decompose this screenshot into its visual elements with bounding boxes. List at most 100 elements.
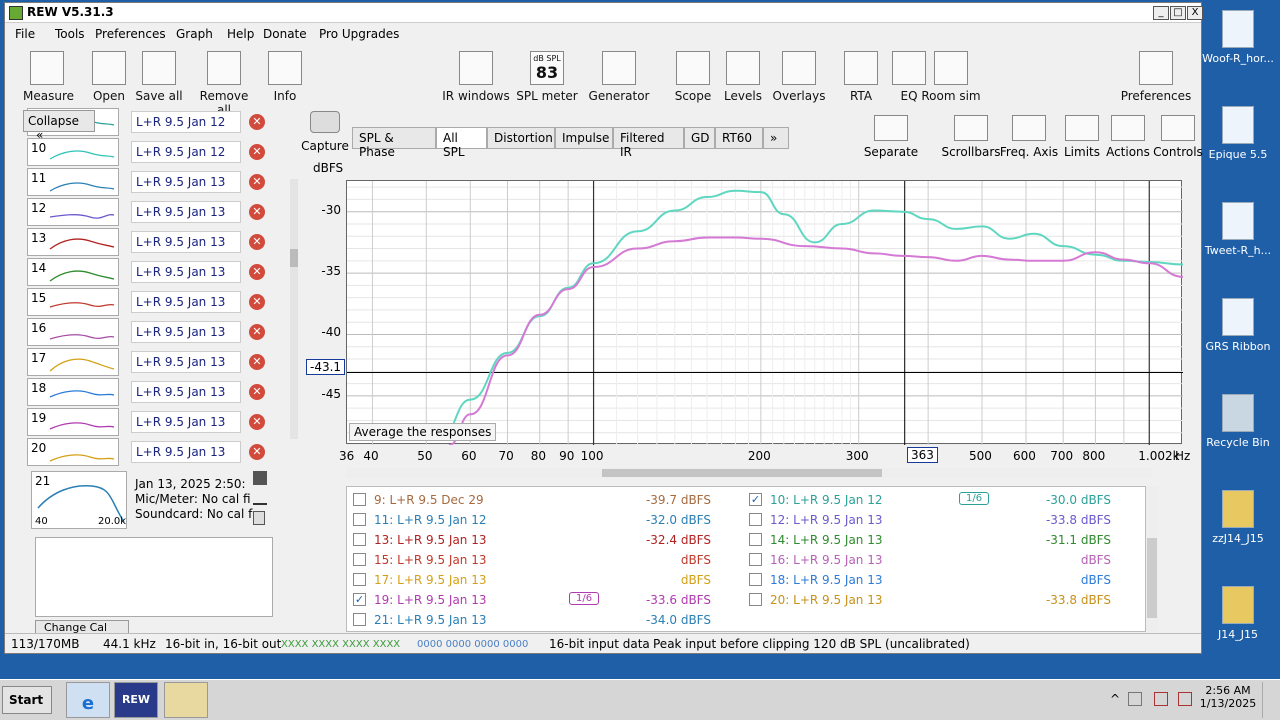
measurement-name-field[interactable]: L+R 9.5 Jan 13 — [131, 411, 241, 433]
tab-gd[interactable]: GD — [684, 127, 715, 149]
legend-checkbox[interactable] — [353, 513, 366, 526]
legend-scrollbar-thumb[interactable] — [1147, 538, 1157, 618]
legend-checkbox[interactable] — [749, 593, 762, 606]
ie-taskbar-button[interactable]: e — [66, 682, 110, 718]
measurement-name-field[interactable]: L+R 9.5 Jan 13 — [131, 291, 241, 313]
measurement-name-field[interactable]: L+R 9.5 Jan 13 — [131, 321, 241, 343]
smoothing-badge[interactable]: 1/6 — [959, 492, 990, 505]
controls-button[interactable]: Controls — [1153, 115, 1203, 159]
measurement-thumbnail[interactable]: 19 — [27, 408, 119, 436]
legend-checkbox[interactable]: ✓ — [353, 593, 366, 606]
measurement-name-field[interactable]: L+R 9.5 Jan 13 — [131, 381, 241, 403]
legend-checkbox[interactable] — [353, 553, 366, 566]
menu-help[interactable]: Help — [227, 27, 254, 41]
measurement-name-field[interactable]: L+R 9.5 Jan 13 — [131, 201, 241, 223]
legend-checkbox[interactable] — [353, 613, 366, 626]
average-responses-button[interactable]: Average the responses — [349, 423, 497, 441]
start-button[interactable]: Start — [2, 686, 52, 714]
legend-item[interactable]: 11: L+R 9.5 Jan 12 -32.0 dBFS — [353, 511, 743, 529]
measurement-thumbnail[interactable]: 17 — [27, 348, 119, 376]
legend-item[interactable]: ✓ 10: L+R 9.5 Jan 12 1/6 -30.0 dBFS — [749, 491, 1139, 509]
measurement-thumbnail[interactable]: 11 — [27, 168, 119, 196]
measurement-thumbnail[interactable]: 16 — [27, 318, 119, 346]
tab-filtered-ir[interactable]: Filtered IR — [613, 127, 684, 159]
measurement-name-field[interactable]: L+R 9.5 Jan 12 — [131, 111, 241, 133]
maximize-button[interactable]: □ — [1170, 6, 1186, 20]
legend-checkbox[interactable] — [749, 573, 762, 586]
legend-scrollbar[interactable] — [1146, 486, 1158, 632]
desktop-icon[interactable]: J14_J15 — [1200, 586, 1276, 641]
legend-checkbox[interactable] — [353, 533, 366, 546]
legend-item[interactable]: 20: L+R 9.5 Jan 13 -33.8 dBFS — [749, 591, 1139, 609]
remove-measurement-icon[interactable]: ✕ — [249, 234, 265, 250]
rew-taskbar-button[interactable]: REW — [114, 682, 158, 718]
measurement-row[interactable]: 17 L+R 9.5 Jan 13 ✕ — [23, 348, 275, 376]
legend-item[interactable]: 15: L+R 9.5 Jan 13 dBFS — [353, 551, 743, 569]
freq-axis-button[interactable]: Freq. Axis — [999, 115, 1059, 159]
scrollbars-button[interactable]: Scrollbars — [941, 115, 1001, 159]
panel-scrollbar[interactable] — [290, 179, 298, 439]
measurement-row[interactable]: 14 L+R 9.5 Jan 13 ✕ — [23, 258, 275, 286]
generator-button[interactable]: Generator — [585, 51, 653, 103]
tab-distortion[interactable]: Distortion — [487, 127, 555, 149]
legend-item[interactable]: 12: L+R 9.5 Jan 13 -33.8 dBFS — [749, 511, 1139, 529]
measurement-row[interactable]: 11 L+R 9.5 Jan 13 ✕ — [23, 168, 275, 196]
measurement-thumbnail[interactable]: 12 — [27, 198, 119, 226]
limits-button[interactable]: Limits — [1061, 115, 1103, 159]
legend-checkbox[interactable] — [749, 513, 762, 526]
remove-measurement-icon[interactable]: ✕ — [249, 144, 265, 160]
separate-button[interactable]: Separate — [861, 115, 921, 159]
measurement-thumbnail[interactable]: 15 — [27, 288, 119, 316]
remove-measurement-icon[interactable]: ✕ — [249, 444, 265, 460]
clock[interactable]: 2:56 AM 1/13/2025 — [1196, 684, 1260, 710]
tab-spl-phase[interactable]: SPL & Phase — [352, 127, 436, 159]
remove-measurement-icon[interactable]: ✕ — [249, 384, 265, 400]
remove-measurement-icon[interactable]: ✕ — [249, 294, 265, 310]
legend-checkbox[interactable] — [749, 533, 762, 546]
speaker-icon[interactable] — [1128, 692, 1142, 706]
measurement-name-field[interactable]: L+R 9.5 Jan 13 — [131, 171, 241, 193]
measurement-row[interactable]: 13 L+R 9.5 Jan 13 ✕ — [23, 228, 275, 256]
menu-graph[interactable]: Graph — [176, 27, 213, 41]
legend-checkbox[interactable] — [353, 493, 366, 506]
menu-pro-upgrades[interactable]: Pro Upgrades — [319, 27, 399, 41]
remove-measurement-icon[interactable]: ✕ — [249, 354, 265, 370]
spl-graph[interactable]: Average the responses — [346, 180, 1184, 446]
desktop-icon[interactable]: Woof-R_hor... — [1200, 10, 1276, 65]
menu-preferences[interactable]: Preferences — [95, 27, 166, 41]
pen-icon[interactable] — [253, 491, 267, 505]
measurement-row[interactable]: 20 L+R 9.5 Jan 13 ✕ — [23, 438, 275, 466]
panel-scrollbar-thumb[interactable] — [290, 249, 298, 267]
ir-windows-button[interactable]: IR windows — [441, 51, 511, 103]
legend-item[interactable]: 17: L+R 9.5 Jan 13 dBFS — [353, 571, 743, 589]
remove-measurement-icon[interactable]: ✕ — [249, 414, 265, 430]
legend-item[interactable]: 21: L+R 9.5 Jan 13 -34.0 dBFS — [353, 611, 743, 629]
show-desktop-button[interactable] — [1262, 682, 1278, 718]
legend-item[interactable]: 18: L+R 9.5 Jan 13 dBFS — [749, 571, 1139, 589]
tab-all-spl[interactable]: All SPL — [436, 127, 487, 159]
tab-rt60[interactable]: RT60 — [715, 127, 763, 149]
measurement-thumbnail[interactable]: 14 — [27, 258, 119, 286]
desktop-icon[interactable]: Recycle Bin — [1200, 394, 1276, 449]
measurement-thumbnail[interactable]: 10 — [27, 138, 119, 166]
desktop-icon[interactable]: GRS Ribbon — [1200, 298, 1276, 353]
spl-graph-svg[interactable] — [347, 181, 1184, 446]
save-all-button[interactable]: Save all — [135, 51, 183, 103]
measurement-name-field[interactable]: L+R 9.5 Jan 13 — [131, 351, 241, 373]
explorer-taskbar-button[interactable] — [164, 682, 208, 718]
remove-measurement-icon[interactable]: ✕ — [249, 264, 265, 280]
legend-item[interactable]: 13: L+R 9.5 Jan 13 -32.4 dBFS — [353, 531, 743, 549]
measurement-name-field[interactable]: L+R 9.5 Jan 12 — [131, 141, 241, 163]
legend-item[interactable]: 14: L+R 9.5 Jan 13 -31.1 dBFS — [749, 531, 1139, 549]
room-sim-button[interactable]: Room sim — [917, 51, 985, 103]
action-center-icon[interactable] — [1178, 692, 1192, 706]
tab-impulse[interactable]: Impulse — [555, 127, 613, 149]
remove-measurement-icon[interactable]: ✕ — [249, 174, 265, 190]
remove-measurement-icon[interactable]: ✕ — [249, 204, 265, 220]
menu-tools[interactable]: Tools — [55, 27, 85, 41]
measurement-row[interactable]: 16 L+R 9.5 Jan 13 ✕ — [23, 318, 275, 346]
legend-checkbox[interactable] — [749, 553, 762, 566]
measurement-thumbnail[interactable]: 20 — [27, 438, 119, 466]
menu-donate[interactable]: Donate — [263, 27, 307, 41]
remove-measurement-icon[interactable]: ✕ — [249, 324, 265, 340]
